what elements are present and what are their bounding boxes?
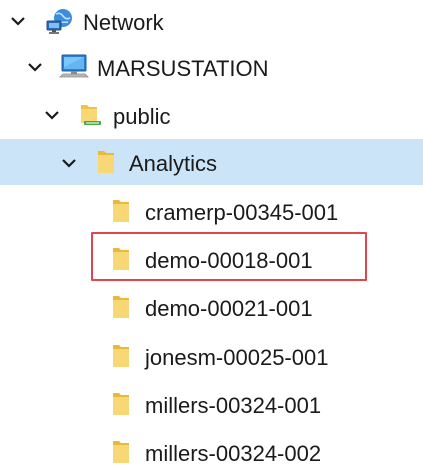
shared-folder-icon [81,105,101,125]
folder-icon [113,200,129,222]
highlight-box [91,232,367,281]
tree-item-label: millers-00324-002 [145,441,322,466]
folder-icon [113,296,129,318]
tree-item-label: jonesm-00025-001 [145,345,329,370]
folder-tree: Network MARSUSTATION public Analytics cr… [0,0,423,475]
tree-item-label: public [113,104,171,129]
chevron-down-icon[interactable] [44,107,60,123]
tree-item-label: Analytics [129,151,218,176]
tree-item-folder[interactable]: demo-00021-001 [0,284,423,330]
chevron-down-icon[interactable] [10,13,26,29]
chevron-down-icon[interactable] [61,155,77,171]
folder-icon [113,393,129,415]
tree-item-network[interactable]: Network [0,0,423,46]
network-globe-icon [46,9,72,34]
tree-item-label: millers-00324-001 [145,393,322,418]
tree-item-folder[interactable]: millers-00324-001 [0,381,423,427]
tree-item-label: cramerp-00345-001 [145,200,339,225]
tree-item-label: demo-00021-001 [145,296,313,321]
tree-item-label: MARSUSTATION [97,56,269,81]
tree-item-folder[interactable]: millers-00324-002 [0,429,423,475]
folder-icon [98,151,114,173]
chevron-down-icon[interactable] [27,59,43,75]
tree-item-folder[interactable]: cramerp-00345-001 [0,188,423,234]
tree-item-computer[interactable]: MARSUSTATION [0,46,423,92]
folder-icon [113,345,129,367]
tree-item-public[interactable]: public [0,92,423,138]
tree-item-folder[interactable]: jonesm-00025-001 [0,333,423,379]
tree-item-label: Network [83,10,164,35]
tree-item-analytics[interactable]: Analytics [0,139,423,185]
folder-icon [113,441,129,463]
computer-icon [59,54,89,78]
